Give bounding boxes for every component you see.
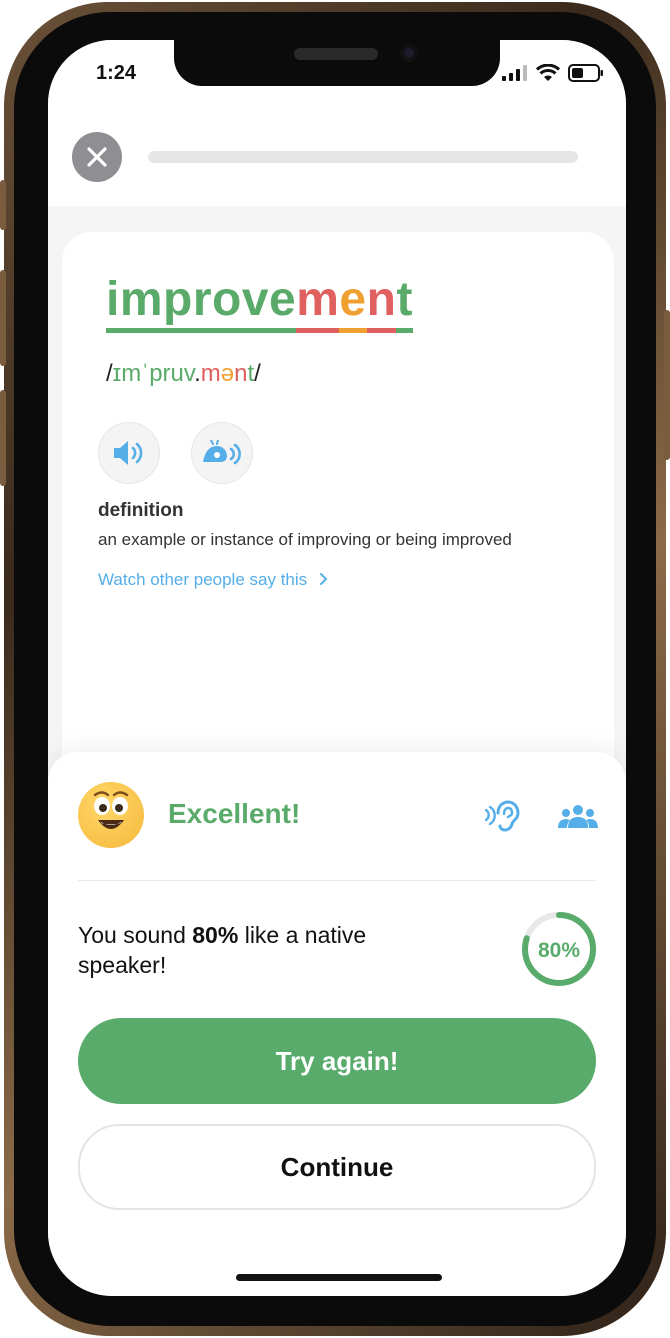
status-icons — [502, 64, 604, 82]
app-screen: 1:24 impro ve m e n t /ɪmˈpruv.mənt/ def… — [48, 40, 626, 1296]
continue-button[interactable]: Continue — [78, 1124, 596, 1210]
volume-down-button — [0, 390, 6, 486]
battery-icon — [568, 64, 603, 82]
word-segment: n — [366, 272, 397, 333]
home-indicator — [236, 1274, 442, 1281]
score-ring-label: 80% — [538, 939, 580, 962]
community-button[interactable] — [558, 804, 598, 833]
mute-switch — [0, 180, 6, 230]
definition-title: definition — [98, 500, 184, 521]
lesson-progress-bar — [148, 151, 578, 163]
word-segment: ve — [241, 272, 297, 333]
divider — [78, 880, 596, 881]
watch-others-label: Watch other people say this — [98, 570, 308, 589]
ipa-segment: ɪmˈpruv — [112, 360, 195, 387]
score-value: 80% — [192, 922, 239, 948]
happy-face-icon — [78, 782, 144, 848]
signal-icon — [502, 65, 527, 81]
score-ring: 80% — [522, 912, 596, 986]
watch-others-link[interactable]: Watch other people say this — [98, 570, 328, 590]
word-segment: m — [296, 272, 340, 333]
volume-up-button — [0, 270, 6, 366]
ipa-segment: m — [200, 360, 221, 387]
ipa-segment: n — [234, 360, 248, 387]
score-text: You sound 80% like a native speaker! — [78, 920, 378, 980]
close-button[interactable] — [72, 132, 122, 182]
ipa-segment: . — [194, 360, 201, 387]
word-segment: impro — [106, 272, 242, 333]
definition-text: an example or instance of improving or b… — [98, 530, 512, 549]
word-segment: e — [339, 272, 367, 333]
score-prefix: You sound — [78, 922, 193, 948]
try-again-button[interactable]: Try again! — [78, 1018, 596, 1104]
close-icon — [87, 147, 107, 167]
listen-button[interactable] — [484, 800, 520, 837]
play-audio-button[interactable] — [98, 422, 160, 484]
ipa-segment: / — [254, 360, 261, 387]
front-camera — [400, 44, 418, 62]
target-word: impro ve m e n t — [106, 272, 413, 333]
wifi-icon — [536, 64, 560, 81]
lesson-top-bar — [48, 110, 626, 206]
power-button — [664, 310, 670, 460]
earpiece — [294, 48, 378, 60]
chevron-right-icon — [319, 573, 328, 585]
ipa-transcription: /ɪmˈpruv.mənt/ — [106, 360, 261, 388]
ipa-segment: ə — [220, 360, 235, 387]
ipa-segment: / — [106, 360, 113, 387]
ear-icon — [484, 800, 520, 832]
slow-play-button[interactable] — [191, 422, 253, 484]
people-icon — [558, 805, 598, 828]
result-sheet: Excellent! You sound 80% like a native s… — [48, 752, 626, 1296]
snail-speaker-icon — [203, 440, 241, 465]
notch — [174, 40, 500, 86]
status-time: 1:24 — [96, 62, 137, 84]
word-segment: t — [396, 272, 413, 333]
speaker-icon — [114, 441, 143, 465]
result-title: Excellent! — [168, 798, 301, 829]
